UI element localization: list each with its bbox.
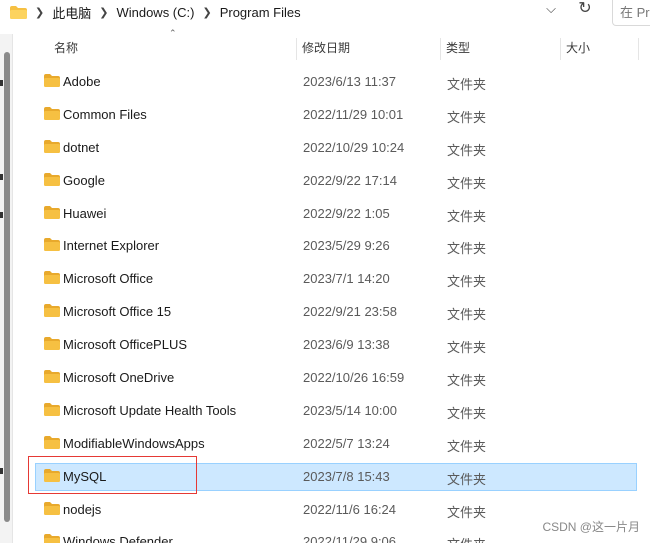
folder-icon <box>44 172 60 186</box>
file-type: 文件夹 <box>447 340 487 356</box>
file-type: 文件夹 <box>447 471 487 487</box>
file-name[interactable]: Google <box>63 173 105 188</box>
column-name[interactable]: 名称 <box>54 34 78 62</box>
file-name[interactable]: Microsoft OfficePLUS <box>63 337 187 352</box>
scrollbar[interactable] <box>4 52 10 522</box>
file-row[interactable]: dotnet 2022/10/29 10:24 文件夹 <box>14 131 650 164</box>
folder-icon <box>44 501 60 515</box>
folder-icon <box>44 435 60 449</box>
file-name[interactable]: ModifiableWindowsApps <box>63 436 205 451</box>
file-modified: 2022/11/29 10:01 <box>303 106 404 122</box>
address-box[interactable]: ❯ 此电脑 ❯ Windows (C:) ❯ Program Files <box>0 0 605 24</box>
file-type: 文件夹 <box>447 504 487 520</box>
search-input[interactable]: 在 Pro <box>612 0 650 26</box>
folder-icon <box>10 5 27 19</box>
file-type: 文件夹 <box>447 307 487 323</box>
file-type: 文件夹 <box>447 405 487 421</box>
file-row[interactable]: Microsoft Office 15 2022/9/21 23:58 文件夹 <box>14 295 650 328</box>
file-type: 文件夹 <box>447 241 487 257</box>
chevron-down-icon[interactable]: ⌵ <box>540 0 562 22</box>
folder-icon <box>44 534 60 543</box>
annotation-highlight <box>28 456 197 494</box>
file-row[interactable]: Microsoft OneDrive 2022/10/26 16:59 文件夹 <box>14 361 650 394</box>
file-type: 文件夹 <box>447 142 487 158</box>
file-name[interactable]: Microsoft Office 15 <box>63 304 171 319</box>
folder-icon <box>44 337 60 351</box>
file-modified: 2022/5/7 13:24 <box>303 435 390 451</box>
folder-icon <box>44 238 60 252</box>
folder-icon <box>44 304 60 318</box>
file-row[interactable]: Internet Explorer 2023/5/29 9:26 文件夹 <box>14 229 650 262</box>
file-modified: 2022/10/26 16:59 <box>303 370 405 386</box>
file-row[interactable]: Microsoft OfficePLUS 2023/6/9 13:38 文件夹 <box>14 328 650 361</box>
file-row[interactable]: Google 2022/9/22 17:14 文件夹 <box>14 164 650 197</box>
column-header: ⌃ 名称 修改日期 类型 大小 <box>14 28 650 62</box>
file-row[interactable]: Huawei 2022/9/22 1:05 文件夹 <box>14 197 650 230</box>
file-type: 文件夹 <box>447 534 486 543</box>
file-name[interactable]: Common Files <box>63 107 147 122</box>
sort-arrow-icon: ⌃ <box>169 28 177 38</box>
file-modified: 2022/11/6 16:24 <box>303 501 397 517</box>
file-modified: 2023/6/13 11:37 <box>303 74 397 89</box>
file-modified: 2022/9/21 23:58 <box>303 304 397 320</box>
file-row[interactable]: Adobe 2023/6/13 11:37 文件夹 <box>14 65 650 98</box>
file-type: 文件夹 <box>447 274 487 290</box>
folder-icon <box>44 139 60 153</box>
file-name[interactable]: nodejs <box>63 502 101 517</box>
refresh-icon[interactable]: ↻ <box>574 0 596 22</box>
column-size[interactable]: 大小 <box>566 34 590 62</box>
file-type: 文件夹 <box>447 77 487 92</box>
folder-icon <box>44 271 60 285</box>
file-type: 文件夹 <box>447 373 487 389</box>
breadcrumb-drive[interactable]: Windows (C:) <box>116 0 194 24</box>
file-row[interactable]: ModifiableWindowsApps 2022/5/7 13:24 文件夹 <box>14 427 650 460</box>
file-row[interactable]: Microsoft Office 2023/7/1 14:20 文件夹 <box>14 262 650 295</box>
breadcrumb-this-pc[interactable]: 此电脑 <box>52 0 91 24</box>
file-name[interactable]: Microsoft Update Health Tools <box>63 403 236 418</box>
breadcrumb-folder[interactable]: Program Files <box>220 0 301 24</box>
file-type: 文件夹 <box>447 438 487 454</box>
file-modified: 2023/7/8 15:43 <box>303 468 390 484</box>
file-modified: 2022/9/22 1:05 <box>303 205 390 221</box>
file-row[interactable]: Common Files 2022/11/29 10:01 文件夹 <box>14 98 650 131</box>
folder-icon <box>44 370 60 384</box>
file-name[interactable]: Internet Explorer <box>63 238 159 253</box>
file-row[interactable]: Microsoft Update Health Tools 2023/5/14 1… <box>14 394 650 427</box>
file-name[interactable]: Adobe <box>63 74 101 89</box>
file-type: 文件夹 <box>447 208 487 224</box>
column-modified[interactable]: 修改日期 <box>302 34 350 62</box>
file-modified: 2022/10/29 10:24 <box>303 139 405 155</box>
folder-icon <box>44 74 60 87</box>
watermark: CSDN @这一片月 <box>542 520 640 534</box>
file-type: 文件夹 <box>447 175 487 191</box>
file-modified: 2023/6/9 13:38 <box>303 337 390 353</box>
address-bar: ❯ 此电脑 ❯ Windows (C:) ❯ Program Files ⌵ ↻… <box>0 0 650 34</box>
file-name[interactable]: Huawei <box>63 206 106 221</box>
folder-icon <box>44 106 60 120</box>
folder-icon <box>44 205 60 219</box>
file-modified: 2023/5/14 10:00 <box>303 402 397 418</box>
chevron-right-icon: ❯ <box>35 6 45 19</box>
folder-icon <box>44 402 60 416</box>
file-name[interactable]: Microsoft OneDrive <box>63 370 174 385</box>
file-modified: 2023/5/29 9:26 <box>303 238 390 254</box>
chevron-right-icon: ❯ <box>202 6 212 19</box>
file-modified: 2022/9/22 17:14 <box>303 172 397 188</box>
file-name[interactable]: dotnet <box>63 140 99 155</box>
file-name[interactable]: Windows Defender <box>63 534 173 543</box>
file-modified: 2022/11/29 9:06 <box>303 534 397 543</box>
chevron-right-icon: ❯ <box>99 6 109 19</box>
file-explorer-window: ❯ 此电脑 ❯ Windows (C:) ❯ Program Files ⌵ ↻… <box>0 0 650 543</box>
file-modified: 2023/7/1 14:20 <box>303 271 390 287</box>
column-type[interactable]: 类型 <box>446 34 470 62</box>
file-name[interactable]: Microsoft Office <box>63 271 153 286</box>
file-type: 文件夹 <box>447 109 487 125</box>
navigation-pane-edge <box>0 34 13 543</box>
